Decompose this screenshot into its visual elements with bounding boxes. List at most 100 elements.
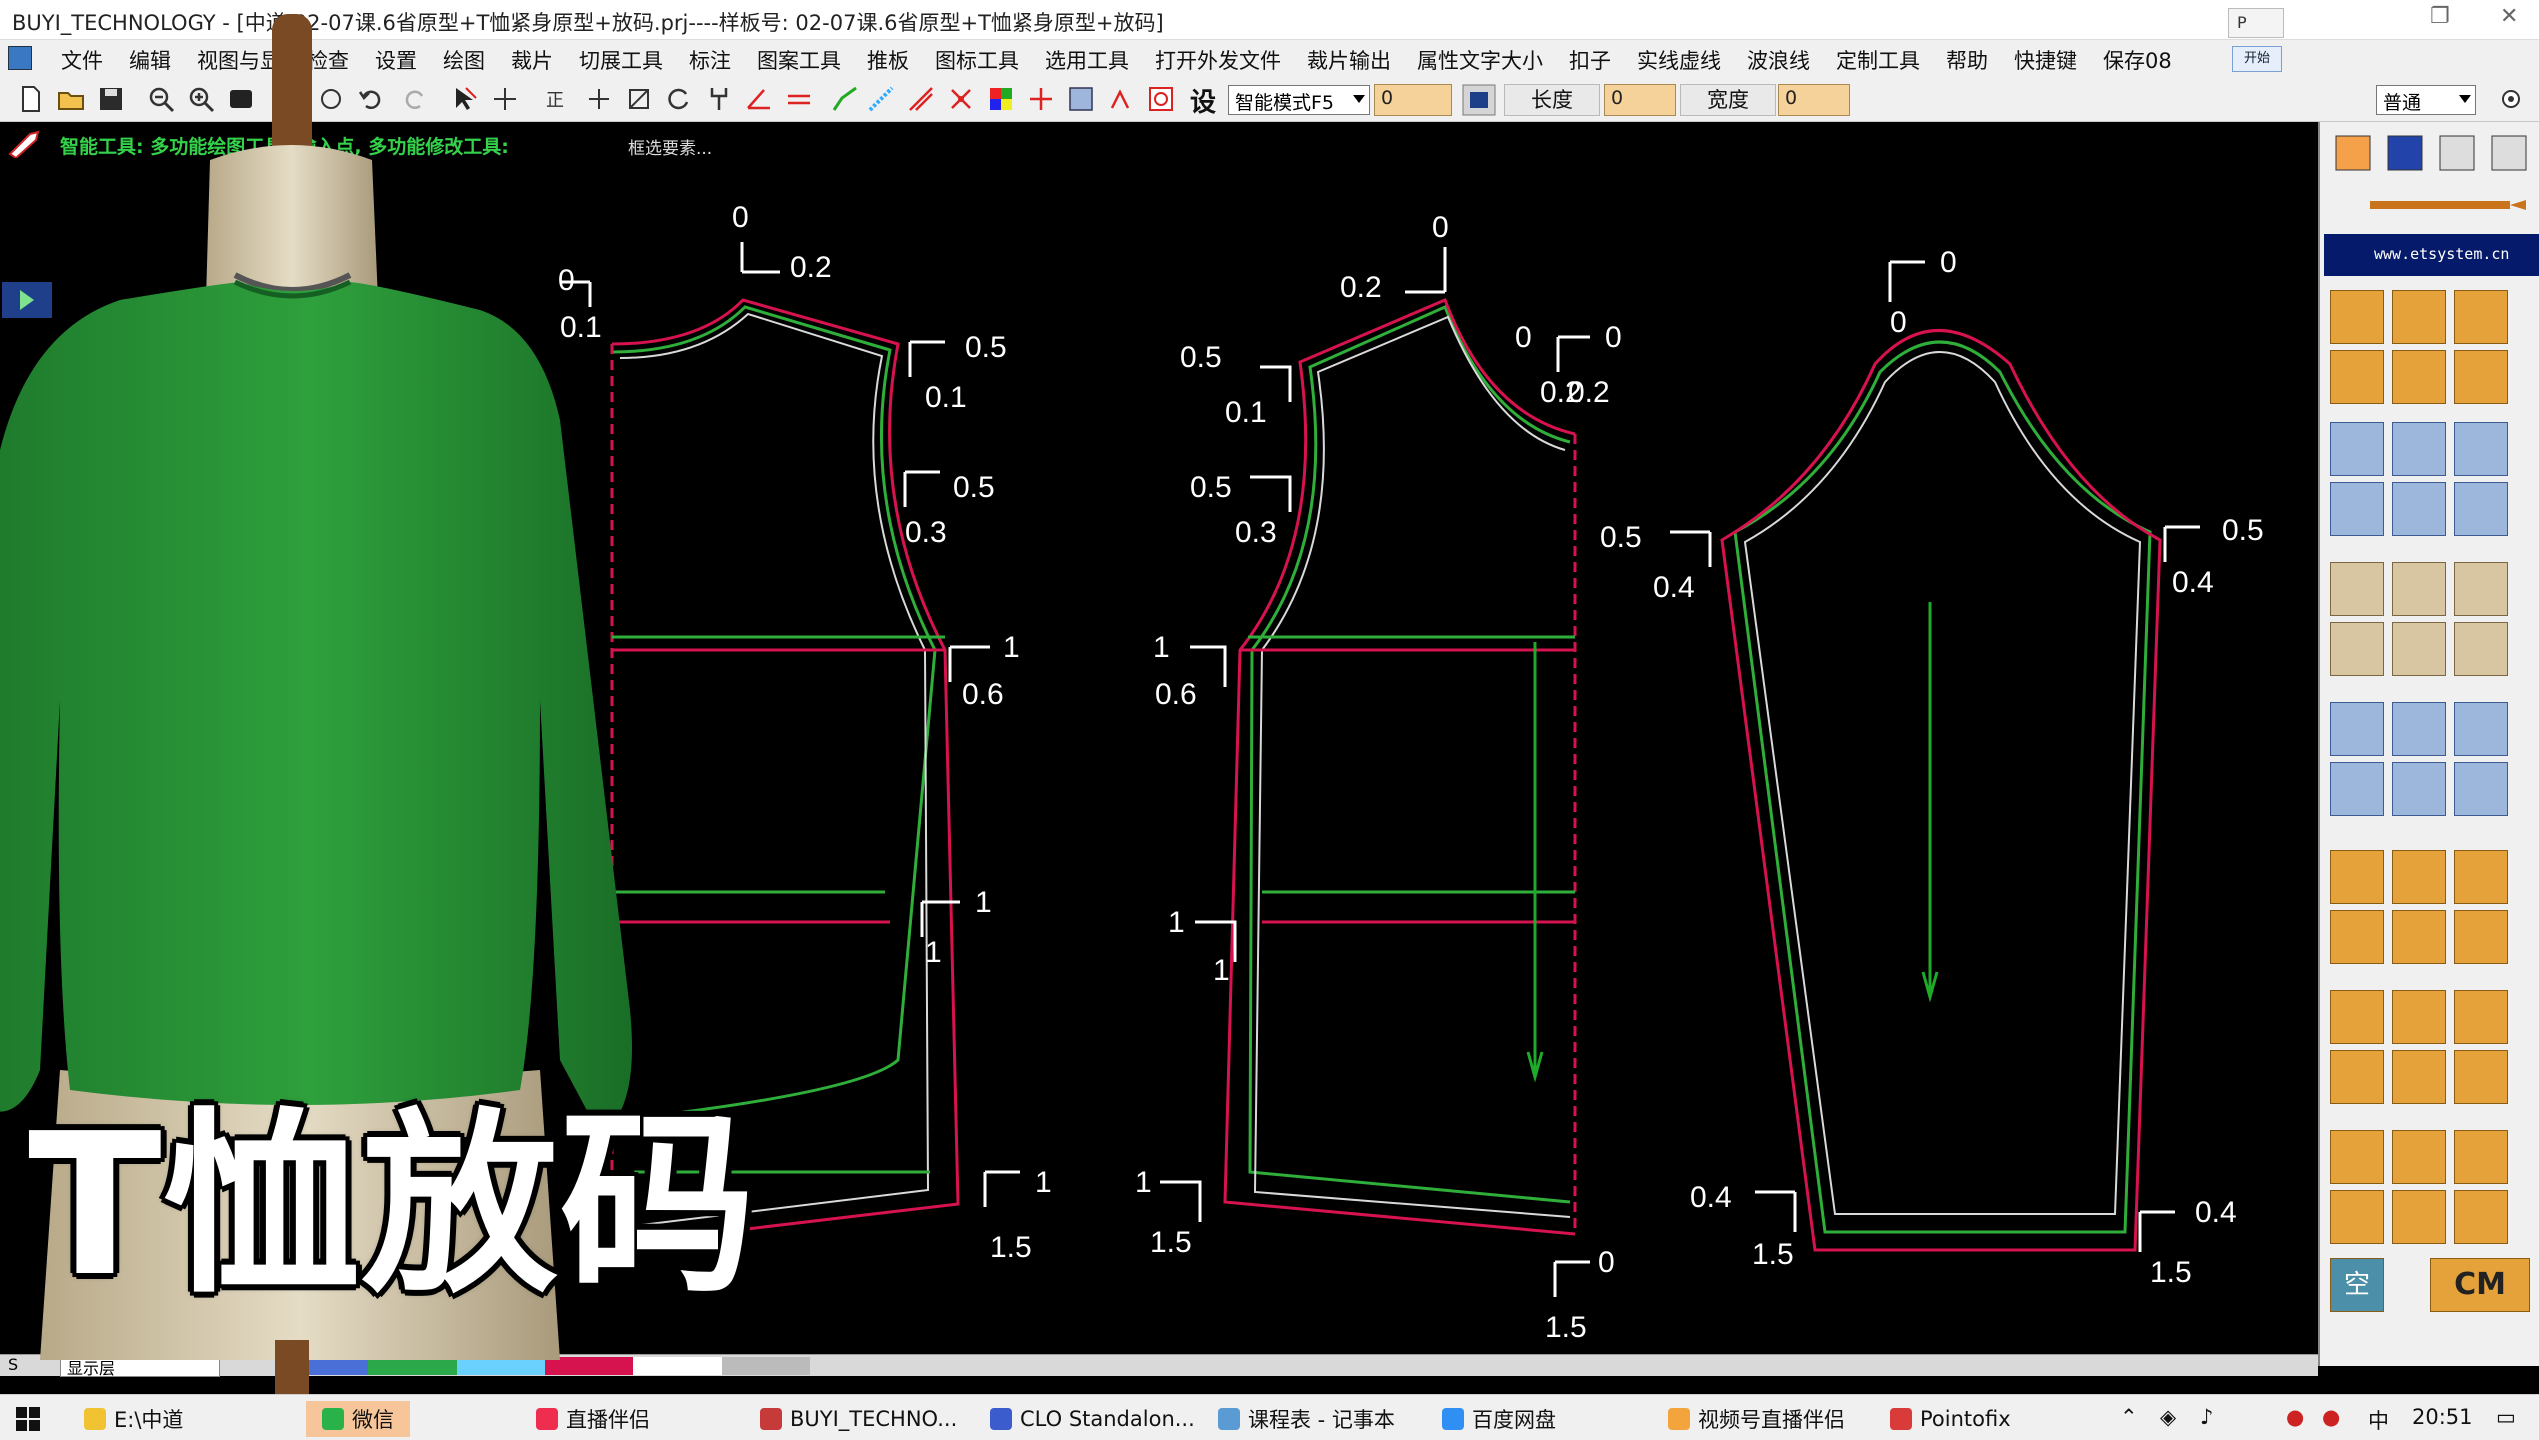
menu-check[interactable]: 检查 bbox=[294, 45, 362, 75]
tool-button[interactable] bbox=[2330, 1050, 2384, 1104]
crosshair-icon[interactable] bbox=[584, 84, 614, 114]
tool-button[interactable] bbox=[2454, 1130, 2508, 1184]
taskbar-item-live[interactable]: 直播伴侣 bbox=[536, 1403, 650, 1435]
tool-button[interactable] bbox=[2454, 290, 2508, 344]
preset-select[interactable]: 普通 bbox=[2376, 85, 2476, 115]
undo-icon[interactable] bbox=[356, 84, 386, 114]
tool-button[interactable] bbox=[2330, 1190, 2384, 1244]
tool-button[interactable] bbox=[2330, 290, 2384, 344]
taskbar-item-wechat[interactable]: 微信 bbox=[306, 1401, 410, 1437]
tool-button[interactable] bbox=[2392, 702, 2446, 756]
tool-button[interactable] bbox=[2330, 422, 2384, 476]
front-bodice-piece[interactable] bbox=[1223, 298, 1577, 1236]
tool-button[interactable] bbox=[2454, 850, 2508, 904]
rotate-icon[interactable] bbox=[664, 84, 694, 114]
side-window-box[interactable]: P bbox=[2228, 8, 2284, 38]
grading-table-icon[interactable] bbox=[1146, 84, 1176, 114]
menu-open-external[interactable]: 打开外发文件 bbox=[1142, 45, 1294, 75]
tool-button[interactable] bbox=[2392, 910, 2446, 964]
mode-select[interactable]: 智能模式F5 bbox=[1228, 85, 1370, 115]
save-icon[interactable] bbox=[96, 84, 126, 114]
tool-button[interactable] bbox=[2392, 1130, 2446, 1184]
menu-annotate[interactable]: 标注 bbox=[676, 45, 744, 75]
menu-file[interactable]: 文件 bbox=[48, 45, 116, 75]
size-swatches[interactable] bbox=[280, 1357, 810, 1375]
menu-grading[interactable]: 推板 bbox=[854, 45, 922, 75]
scissor-icon[interactable] bbox=[946, 84, 976, 114]
tool-button[interactable] bbox=[2330, 910, 2384, 964]
taskbar-item-notepad[interactable]: 课程表 - 记事本 bbox=[1218, 1403, 1395, 1435]
app-icon[interactable] bbox=[8, 46, 32, 70]
length-field[interactable]: 0 bbox=[1604, 84, 1676, 116]
move-point-icon[interactable] bbox=[490, 84, 520, 114]
notification-icon[interactable]: ▭ bbox=[2496, 1405, 2516, 1429]
space-button[interactable]: 空 bbox=[2330, 1258, 2384, 1312]
input-mode-icon[interactable] bbox=[1462, 84, 1496, 116]
width-field[interactable]: 0 bbox=[1778, 84, 1850, 116]
value-field-1[interactable]: 0 bbox=[1374, 84, 1452, 116]
menu-wave-line[interactable]: 波浪线 bbox=[1734, 45, 1823, 75]
full-view-icon[interactable] bbox=[226, 84, 256, 114]
tool-button[interactable] bbox=[2392, 562, 2446, 616]
tool-button[interactable] bbox=[2392, 1050, 2446, 1104]
tool-button[interactable] bbox=[2454, 562, 2508, 616]
select-arrow-icon[interactable] bbox=[450, 84, 480, 114]
redo-icon[interactable] bbox=[400, 84, 430, 114]
menu-view[interactable]: 视图与显 bbox=[184, 45, 294, 75]
menu-pattern-tools[interactable]: 图案工具 bbox=[744, 45, 854, 75]
menu-help[interactable]: 帮助 bbox=[1933, 45, 2001, 75]
cm-unit-button[interactable]: CM bbox=[2430, 1258, 2530, 1312]
grain-icon[interactable] bbox=[1066, 84, 1096, 114]
clock[interactable]: 20:51 bbox=[2412, 1405, 2473, 1429]
menu-slash-spread[interactable]: 切展工具 bbox=[566, 45, 676, 75]
notch-icon[interactable] bbox=[1026, 84, 1056, 114]
tool-button[interactable] bbox=[2330, 702, 2384, 756]
tool-button[interactable] bbox=[2392, 482, 2446, 536]
windows-start-icon[interactable] bbox=[14, 1405, 42, 1433]
fold-icon[interactable] bbox=[1106, 84, 1136, 114]
taskbar-item-video-live[interactable]: 视频号直播伴侣 bbox=[1668, 1403, 1845, 1435]
tool-button[interactable] bbox=[2392, 1190, 2446, 1244]
tool-button[interactable] bbox=[2392, 850, 2446, 904]
tool-button[interactable] bbox=[2330, 482, 2384, 536]
taskbar-item-buyi[interactable]: BUYI_TECHNO... bbox=[760, 1403, 957, 1435]
tool-button[interactable] bbox=[2392, 990, 2446, 1044]
tool-button[interactable] bbox=[2392, 622, 2446, 676]
tray-app-icon[interactable]: ● bbox=[2322, 1405, 2340, 1429]
tool-button[interactable] bbox=[2454, 1190, 2508, 1244]
close-icon[interactable]: ✕ bbox=[2500, 4, 2518, 29]
menu-line-style[interactable]: 实线虚线 bbox=[1624, 45, 1734, 75]
left-tool-icon[interactable] bbox=[0, 280, 54, 320]
tool-button[interactable] bbox=[2454, 622, 2508, 676]
tool-button[interactable] bbox=[2392, 350, 2446, 404]
tool-button[interactable] bbox=[2454, 702, 2508, 756]
start-button[interactable]: 开始 bbox=[2232, 46, 2282, 72]
perpendicular-icon[interactable]: 正 bbox=[540, 84, 570, 114]
sleeve-piece[interactable] bbox=[1720, 329, 2162, 1252]
tool-button[interactable] bbox=[2454, 762, 2508, 816]
restore-icon[interactable]: ❐ bbox=[2430, 4, 2450, 29]
tool-button[interactable] bbox=[2330, 562, 2384, 616]
tool-button[interactable] bbox=[2330, 622, 2384, 676]
menu-save08[interactable]: 保存08 bbox=[2090, 45, 2185, 75]
tool-button[interactable] bbox=[2330, 1130, 2384, 1184]
tool-button[interactable] bbox=[2454, 910, 2508, 964]
menu-draw[interactable]: 绘图 bbox=[430, 45, 498, 75]
tool-button[interactable] bbox=[2330, 762, 2384, 816]
tool-button[interactable] bbox=[2392, 762, 2446, 816]
tool-button[interactable] bbox=[2392, 422, 2446, 476]
taskbar-item-clo[interactable]: CLO Standalon... bbox=[990, 1403, 1195, 1435]
tool-button[interactable] bbox=[2454, 1050, 2508, 1104]
open-folder-icon[interactable] bbox=[56, 84, 86, 114]
tray-chevron-up-icon[interactable]: ⌃ bbox=[2120, 1405, 2138, 1429]
menu-text-size[interactable]: 属性文字大小 bbox=[1404, 45, 1556, 75]
tool-button[interactable] bbox=[2330, 990, 2384, 1044]
menu-piece-output[interactable]: 裁片输出 bbox=[1294, 45, 1404, 75]
tray-app-icon[interactable]: ● bbox=[2286, 1405, 2304, 1429]
menu-shortcuts[interactable]: 快捷键 bbox=[2001, 45, 2090, 75]
tool-button[interactable] bbox=[2454, 990, 2508, 1044]
tray-network-icon[interactable]: ◈ bbox=[2160, 1405, 2176, 1429]
tool-button[interactable] bbox=[2330, 850, 2384, 904]
settings-glyph[interactable]: 设 bbox=[1190, 82, 1216, 118]
zoom-in-icon[interactable] bbox=[186, 84, 216, 114]
